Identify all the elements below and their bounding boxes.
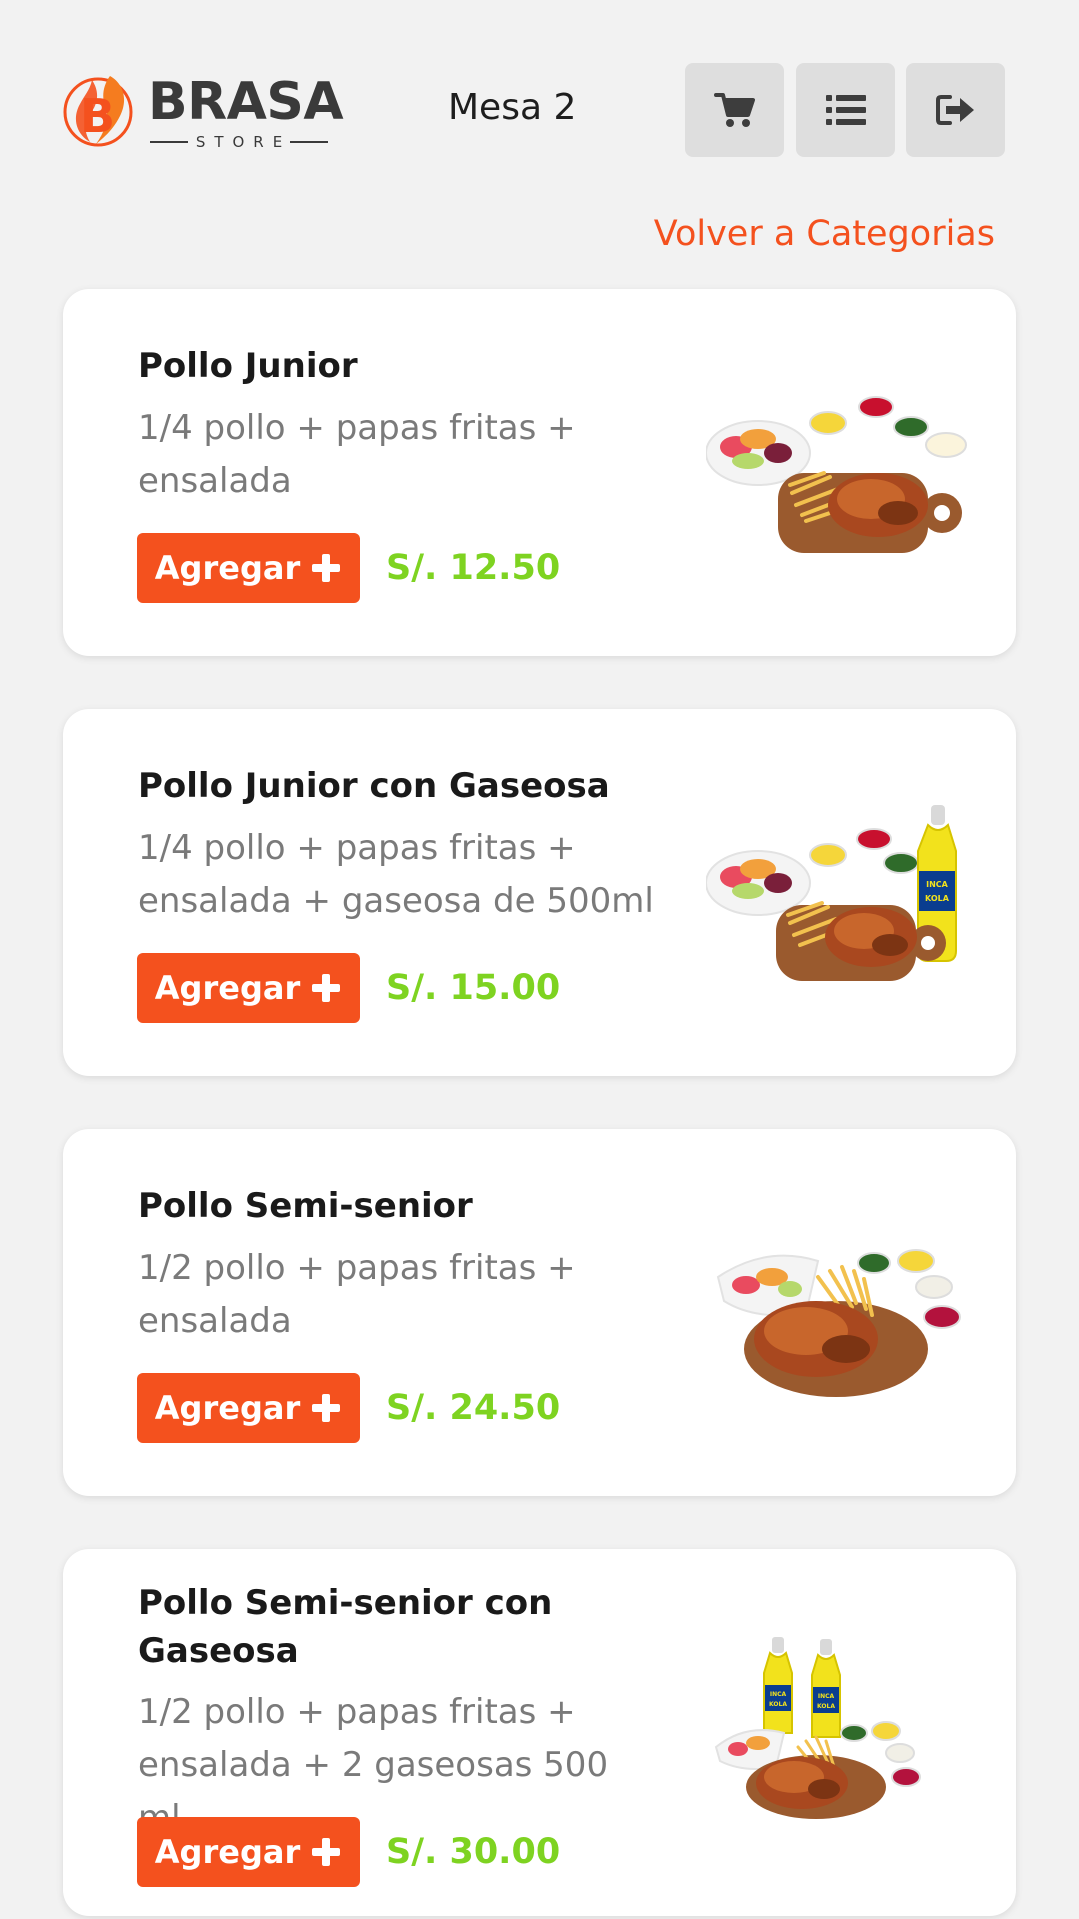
- brand-subtitle: STORE: [150, 132, 329, 152]
- svg-text:KOLA: KOLA: [925, 894, 950, 903]
- product-description: 1/4 pollo + papas fritas + ensalada + ga…: [138, 828, 654, 921]
- product-price: S/. 30.00: [386, 1832, 561, 1872]
- header: B BRASA STORE Mesa 2: [0, 0, 1079, 200]
- logout-button[interactable]: [906, 63, 1005, 157]
- product-price: S/. 24.50: [386, 1388, 561, 1428]
- svg-text:KOLA: KOLA: [769, 1701, 787, 1708]
- chicken-half-plate-with-two-sodas-image: INCA KOLA INCA KOLA: [714, 1637, 921, 1819]
- add-button-label: Agregar: [154, 1833, 301, 1871]
- orders-list-button[interactable]: [796, 63, 895, 157]
- svg-text:INCA: INCA: [926, 880, 949, 889]
- product-name: Pollo Semi-senior: [138, 1186, 473, 1226]
- flame-logo-icon: B: [63, 76, 133, 147]
- logout-icon: [935, 95, 974, 125]
- svg-text:KOLA: KOLA: [817, 1703, 835, 1710]
- brand-name: BRASA: [148, 72, 344, 132]
- table-label: Mesa 2: [448, 87, 577, 128]
- chicken-quarter-plate-image: [706, 396, 967, 553]
- svg-text:INCA: INCA: [770, 1691, 787, 1698]
- plus-icon: [312, 554, 341, 582]
- plus-icon: [312, 1394, 341, 1422]
- product-description: 1/4 pollo + papas fritas + ensalada: [138, 408, 576, 501]
- divider: [290, 141, 329, 143]
- add-button-label: Agregar: [154, 549, 301, 587]
- add-to-cart-button[interactable]: Agregar: [137, 1373, 360, 1443]
- add-button-label: Agregar: [154, 969, 301, 1007]
- product-name: Pollo Junior: [138, 346, 358, 386]
- svg-text:INCA: INCA: [818, 1693, 835, 1700]
- back-to-categories-link[interactable]: Volver a Categorias: [654, 212, 995, 256]
- brand-sub-label: STORE: [195, 133, 292, 151]
- add-to-cart-button[interactable]: Agregar: [137, 533, 360, 603]
- product-price: S/. 12.50: [386, 548, 561, 588]
- product-card: Pollo Semi-senior con Gaseosa 1/2 pollo …: [63, 1549, 1016, 1916]
- product-price: S/. 15.00: [386, 968, 561, 1008]
- plus-icon: [312, 1838, 341, 1866]
- plus-icon: [312, 974, 341, 1002]
- product-card: Pollo Junior con Gaseosa 1/4 pollo + pap…: [63, 709, 1016, 1076]
- svg-text:B: B: [80, 89, 115, 143]
- product-card: Pollo Junior 1/4 pollo + papas fritas + …: [63, 289, 1016, 656]
- product-card: Pollo Semi-senior 1/2 pollo + papas frit…: [63, 1129, 1016, 1496]
- add-to-cart-button[interactable]: Agregar: [137, 953, 360, 1023]
- product-name: Pollo Semi-senior con Gaseosa: [138, 1583, 553, 1671]
- chicken-half-plate-image: [716, 1249, 961, 1397]
- product-description: 1/2 pollo + papas fritas + ensalada: [138, 1248, 576, 1341]
- cart-button[interactable]: [685, 63, 784, 157]
- divider: [150, 141, 188, 143]
- cart-icon: [713, 93, 755, 127]
- list-icon: [825, 95, 866, 125]
- chicken-quarter-plate-with-soda-image: INCA KOLA: [706, 805, 957, 981]
- add-button-label: Agregar: [154, 1389, 301, 1427]
- product-name: Pollo Junior con Gaseosa: [138, 766, 610, 806]
- add-to-cart-button[interactable]: Agregar: [137, 1817, 360, 1887]
- brand-logo[interactable]: B BRASA STORE: [62, 70, 344, 156]
